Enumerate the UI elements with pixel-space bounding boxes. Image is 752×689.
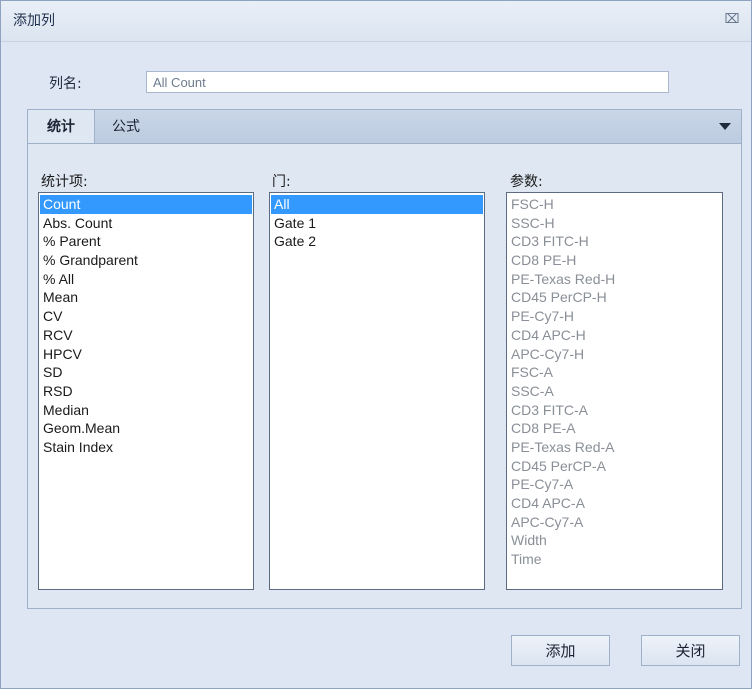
params-list-item[interactable]: PE-Cy7-H (508, 307, 721, 326)
stats-list-item[interactable]: % Grandparent (40, 251, 252, 270)
gates-list-item[interactable]: Gate 1 (271, 214, 483, 233)
params-list-item[interactable]: CD3 FITC-H (508, 232, 721, 251)
title-bar: 添加列 ⌧ (1, 1, 751, 42)
params-list-item[interactable]: CD3 FITC-A (508, 401, 721, 420)
params-list-item[interactable]: CD4 APC-H (508, 326, 721, 345)
column-name-label: 列名: (49, 76, 82, 92)
stats-list-item[interactable]: RCV (40, 326, 252, 345)
column-name-input[interactable]: All Count (146, 71, 669, 93)
stats-list-item[interactable]: Geom.Mean (40, 419, 252, 438)
tab-dropdown-arrow-icon[interactable] (719, 123, 731, 130)
params-list-item[interactable]: CD4 APC-A (508, 494, 721, 513)
gates-list-label: 门: (272, 174, 291, 190)
params-list-item[interactable]: FSC-H (508, 195, 721, 214)
stats-list-item[interactable]: Count (40, 195, 252, 214)
params-list-item[interactable]: PE-Texas Red-H (508, 270, 721, 289)
params-list-item[interactable]: CD8 PE-H (508, 251, 721, 270)
params-list-item[interactable]: SSC-H (508, 214, 721, 233)
stats-list-item[interactable]: SD (40, 363, 252, 382)
params-list-item[interactable]: APC-Cy7-H (508, 345, 721, 364)
params-list-item[interactable]: CD8 PE-A (508, 419, 721, 438)
stats-list-item[interactable]: RSD (40, 382, 252, 401)
stats-list[interactable]: Count Abs. Count% Parent% Grandparent% Al… (38, 192, 254, 590)
stats-list-item[interactable]: Stain Index (40, 438, 252, 457)
tab-strip: 统计 公式 (27, 109, 742, 144)
stats-list-item[interactable]: Median (40, 401, 252, 420)
stats-list-item[interactable]: CV (40, 307, 252, 326)
params-list-item[interactable]: FSC-A (508, 363, 721, 382)
add-column-dialog: 添加列 ⌧ 列名: All Count 统计 公式 统计项: Count Abs.… (0, 0, 752, 689)
gates-list-item[interactable]: Gate 2 (271, 232, 483, 251)
gates-list[interactable]: All Gate 1 Gate 2 (269, 192, 485, 590)
params-list-item[interactable]: CD45 PerCP-H (508, 288, 721, 307)
params-list-item[interactable]: PE-Texas Red-A (508, 438, 721, 457)
add-button[interactable]: 添加 (511, 635, 610, 666)
params-list-item[interactable]: SSC-A (508, 382, 721, 401)
stats-list-item[interactable]: % All (40, 270, 252, 289)
params-list[interactable]: FSC-H SSC-H CD3 FITC-H CD8 PE-H PE-Texas Red… (506, 192, 723, 590)
stats-list-item[interactable]: Abs. Count (40, 214, 252, 233)
params-list-label: 参数: (510, 174, 543, 190)
params-list-item[interactable]: APC-Cy7-A (508, 513, 721, 532)
stats-list-label: 统计项: (41, 174, 88, 190)
gates-list-item[interactable]: All (271, 195, 483, 214)
dialog-title: 添加列 (13, 13, 55, 29)
params-list-item[interactable]: PE-Cy7-A (508, 475, 721, 494)
params-list-item[interactable]: CD45 PerCP-A (508, 457, 721, 476)
params-list-item[interactable]: Time (508, 550, 721, 569)
stats-list-item[interactable]: Mean (40, 288, 252, 307)
close-icon[interactable]: ⌧ (723, 11, 741, 29)
stats-list-item[interactable]: % Parent (40, 232, 252, 251)
params-list-item[interactable]: Width (508, 531, 721, 550)
tab-formula[interactable]: 公式 (106, 110, 146, 144)
close-button[interactable]: 关闭 (641, 635, 740, 666)
tab-statistics[interactable]: 统计 (28, 110, 95, 144)
stats-list-item[interactable]: HPCV (40, 345, 252, 364)
